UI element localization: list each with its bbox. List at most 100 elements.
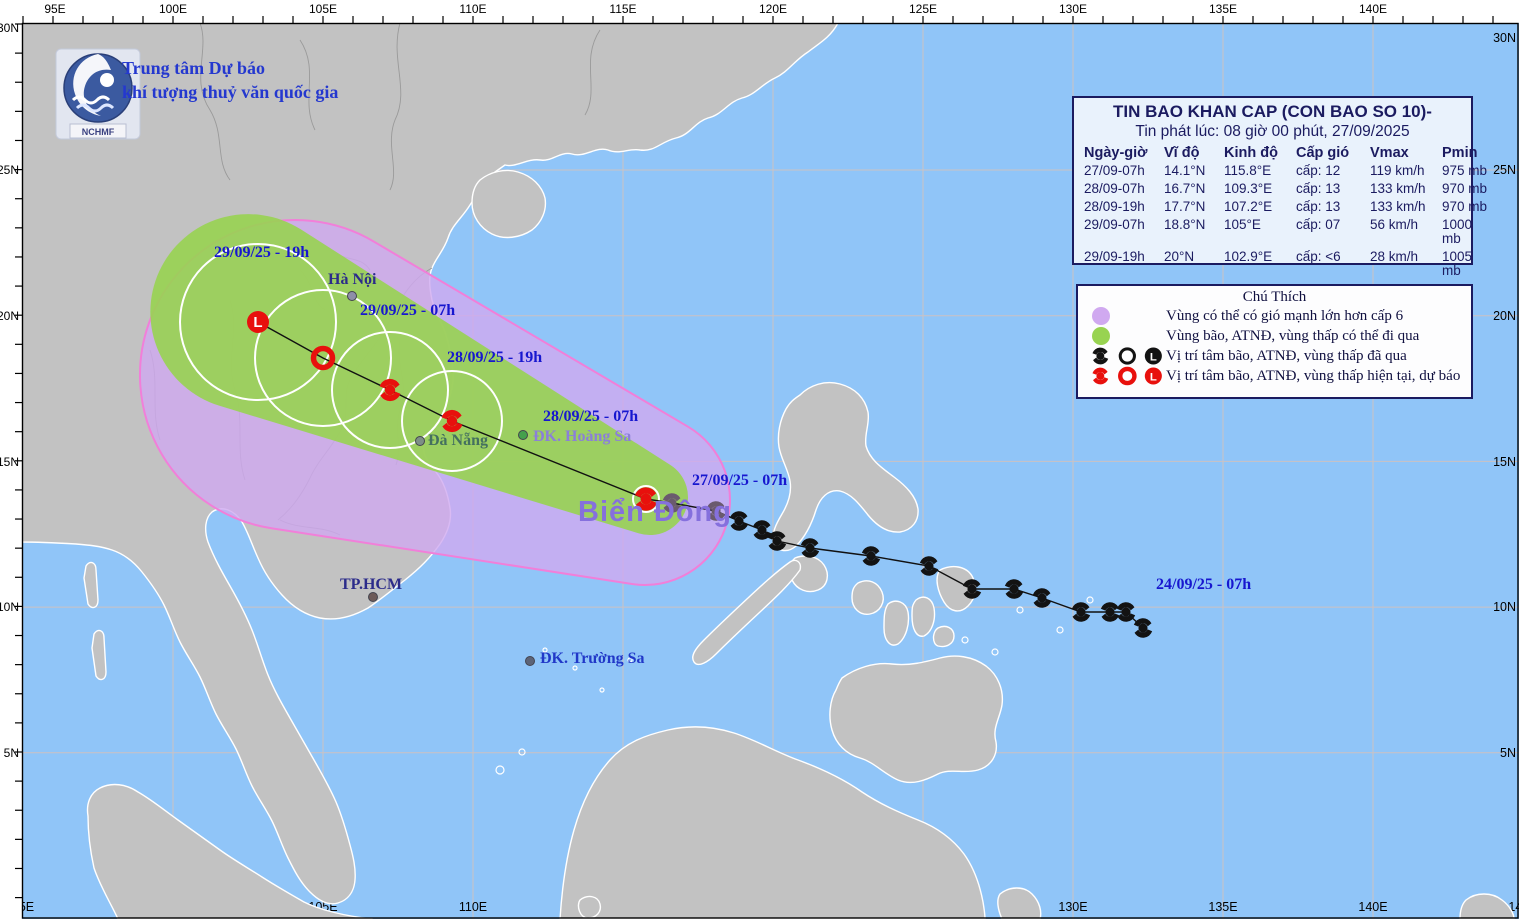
bulletin-column-header: Ngày-giờ (1084, 146, 1164, 160)
top-axis-label: 130E (1059, 2, 1087, 16)
bulletin-cell: 105°E (1224, 218, 1296, 246)
right-axis-label: 15N (1493, 455, 1516, 469)
forecast-low-icon: L (247, 311, 269, 333)
bulletin-cell: 27/09-07h (1084, 164, 1164, 178)
left-axis-label: 25N (0, 163, 19, 177)
top-axis-label: 100E (159, 2, 187, 16)
right-axis-label: 30N (1493, 31, 1516, 45)
forecast-time-label: 28/09/25 - 07h (543, 408, 638, 426)
legend-item: L Vị trí tâm bão, ATNĐ, vùng thấp đã qua (1078, 346, 1471, 366)
right-axis-label: 10N (1493, 600, 1516, 614)
bottom-axis-label: 135E (1208, 900, 1237, 914)
legend-item-label: Vùng có thể có gió mạnh lớn hơn cấp 6 (1166, 308, 1403, 325)
bulletin-cell: 119 km/h (1370, 164, 1442, 178)
bottom-axis-label: 140E (1358, 900, 1387, 914)
top-axis-label: 105E (309, 2, 337, 16)
past-low-legend-icon: L (1141, 345, 1166, 367)
legend-low-letter: L (1150, 351, 1157, 363)
storm-bulletin-box: TIN BAO KHAN CAP (CON BAO SO 10)- Tin ph… (1072, 96, 1473, 265)
top-axis-label: 115E (609, 2, 636, 16)
place-label: TP.HCM (340, 576, 402, 594)
top-axis-label: 125E (909, 2, 937, 16)
bulletin-cell: 28/09-07h (1084, 182, 1164, 196)
bulletin-cell: 1000 mb (1442, 218, 1492, 246)
city-dot (348, 292, 357, 301)
bulletin-cell: 14.1°N (1164, 164, 1224, 178)
bulletin-cell: 133 km/h (1370, 200, 1442, 214)
forecast-time-label: 24/09/25 - 07h (1156, 576, 1251, 594)
bulletin-column-header: Pmin (1442, 146, 1492, 160)
bulletin-cell: 29/09-19h (1084, 250, 1164, 278)
legend-cyclone (1092, 368, 1108, 385)
bulletin-cell: 970 mb (1442, 200, 1492, 214)
agency-name-line1: Trung tâm Dự báo (122, 58, 265, 79)
bulletin-cell: 1005 mb (1442, 250, 1492, 278)
legend-item-label: Vị trí tâm bão, ATNĐ, vùng thấp hiện tại… (1166, 368, 1460, 385)
right-axis-label: 5N (1500, 746, 1516, 760)
current-cyclone-legend-icon (1088, 365, 1113, 387)
city-dot (526, 657, 535, 666)
legend-item-label: Vùng bão, ATNĐ, vùng thấp có thể đi qua (1166, 328, 1419, 345)
bulletin-cell: 133 km/h (1370, 182, 1442, 196)
sea-name-label: Biển Đông (578, 496, 732, 529)
bottom-axis-label: 130E (1058, 900, 1087, 914)
low-letter: L (253, 314, 262, 331)
legend-ring (1120, 369, 1134, 383)
place-label: Đà Nẵng (428, 432, 488, 450)
bulletin-cell: 970 mb (1442, 182, 1492, 196)
top-axis-label: 140E (1359, 2, 1387, 16)
bulletin-cell: 20°N (1164, 250, 1224, 278)
legend-item-icons (1078, 305, 1166, 327)
place-label: ĐK. Hoàng Sa (533, 428, 631, 446)
legend-box: Chú Thích Vùng có thể có gió mạnh lớn hơ… (1076, 284, 1473, 399)
wind-area-swatch (1088, 305, 1114, 327)
left-axis-label: 15N (0, 455, 19, 469)
top-axis-label: 95E (44, 2, 65, 16)
bulletin-cell: 28 km/h (1370, 250, 1442, 278)
legend-dot (1092, 307, 1110, 325)
bulletin-cell: 102.9°E (1224, 250, 1296, 278)
legend-item: LVị trí tâm bão, ATNĐ, vùng thấp hiện tạ… (1078, 366, 1471, 386)
city-dot (416, 437, 425, 446)
legend-title: Chú Thích (1078, 289, 1471, 306)
bulletin-cell: cấp: 12 (1296, 164, 1370, 178)
bulletin-cell: 18.8°N (1164, 218, 1224, 246)
legend-item: Vùng bão, ATNĐ, vùng thấp có thể đi qua (1078, 326, 1471, 346)
agency-name-line2: khí tượng thuỷ văn quốc gia (122, 82, 338, 103)
city-dot (519, 431, 528, 440)
legend-item: Vùng có thể có gió mạnh lớn hơn cấp 6 (1078, 306, 1471, 326)
bulletin-cell: cấp: 07 (1296, 218, 1370, 246)
bulletin-cell: 115.8°E (1224, 164, 1296, 178)
storm-area-swatch (1088, 325, 1114, 347)
storm-track-map: 95E 100E 105E 110E 115E 120E 125E 130E 135E 140E 1… (0, 0, 1519, 919)
legend-item-label: Vị trí tâm bão, ATNĐ, vùng thấp đã qua (1166, 348, 1407, 365)
left-axis-label: 5N (4, 746, 19, 760)
current-depression-legend-icon (1115, 365, 1140, 387)
legend-cyclone (1092, 348, 1108, 365)
bulletin-cell: 17.7°N (1164, 200, 1224, 214)
bulletin-cell: 56 km/h (1370, 218, 1442, 246)
bulletin-table: Ngày-giờVĩ độKinh độCấp gióVmaxPmin27/09… (1074, 146, 1471, 278)
top-axis-label: 120E (759, 2, 787, 16)
bohol-island (934, 626, 955, 646)
forecast-time-label: 27/09/25 - 07h (692, 472, 787, 490)
bulletin-column-header: Cấp gió (1296, 146, 1370, 160)
bulletin-cell: 16.7°N (1164, 182, 1224, 196)
bulletin-cell: 29/09-07h (1084, 218, 1164, 246)
place-label: ĐK. Trường Sa (540, 650, 645, 668)
left-axis-label: 30N (0, 21, 19, 35)
current-low-legend-icon: L (1141, 365, 1166, 387)
bulletin-cell: 975 mb (1442, 164, 1492, 178)
forecast-time-label: 29/09/25 - 19h (214, 244, 309, 262)
panay-island (852, 581, 883, 614)
bulletin-column-header: Kinh độ (1224, 146, 1296, 160)
hainan-island (472, 170, 545, 237)
bulletin-title: TIN BAO KHAN CAP (CON BAO SO 10)- (1074, 102, 1471, 122)
bottom-axis-label: 110E (459, 900, 487, 914)
forecast-time-label: 28/09/25 - 19h (447, 349, 542, 367)
forecast-time-label: 29/09/25 - 07h (360, 302, 455, 320)
legend-dot (1092, 327, 1110, 345)
left-axis-label: 20N (0, 309, 19, 323)
java-islet (578, 897, 600, 918)
bulletin-column-header: Vĩ độ (1164, 146, 1224, 160)
